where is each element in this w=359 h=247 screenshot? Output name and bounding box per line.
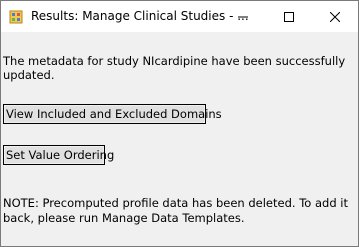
success-message: The metadata for study NIcardipine have … [3, 54, 346, 82]
app-icon [9, 9, 23, 24]
set-value-ordering-button[interactable]: Set Value Ordering [3, 145, 114, 165]
results-window: Results: Manage Clinical Studies - ... T… [0, 0, 359, 247]
title-bar[interactable]: Results: Manage Clinical Studies - ... [1, 1, 358, 32]
window-title: Results: Manage Clinical Studies - ... [31, 9, 249, 23]
minimize-button[interactable] [220, 1, 266, 32]
close-icon [330, 11, 340, 22]
view-domains-button[interactable]: View Included and Excluded Domains [3, 104, 222, 124]
minimize-icon [238, 16, 248, 17]
close-button[interactable] [312, 1, 358, 32]
dialog-content: The metadata for study NIcardipine have … [1, 32, 358, 246]
maximize-icon [284, 11, 294, 22]
maximize-button[interactable] [266, 1, 312, 32]
note-text: NOTE: Precomputed profile data has been … [3, 196, 348, 225]
